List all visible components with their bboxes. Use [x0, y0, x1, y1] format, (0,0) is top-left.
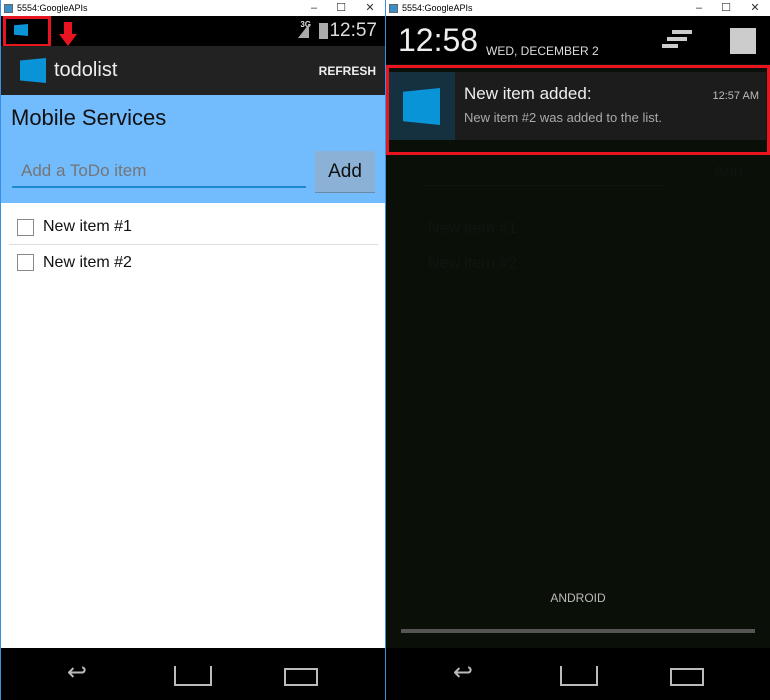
checkbox[interactable]	[17, 254, 34, 271]
emulator-window-left: 5554:GoogleAPIs – ☐ ✕ 3G 12:57 todolist …	[0, 0, 385, 700]
highlight-box	[3, 16, 51, 47]
quick-settings-icon[interactable]	[730, 28, 756, 54]
checkbox[interactable]	[17, 218, 34, 236]
back-icon[interactable]: ↩	[67, 658, 87, 687]
window-title-bar: 5554:GoogleAPIs – ☐ ✕	[386, 0, 770, 16]
background-item: New item #2	[428, 255, 517, 272]
shade-drag-handle[interactable]	[401, 629, 755, 633]
minimize-button[interactable]: –	[303, 0, 325, 16]
window-title-bar: 5554:GoogleAPIs – ☐ ✕	[1, 0, 385, 16]
item-label: New item #1	[43, 218, 132, 235]
window-title: 5554:GoogleAPIs	[402, 3, 473, 13]
close-button[interactable]: ✕	[359, 0, 381, 16]
home-icon[interactable]	[560, 666, 598, 686]
header-panel: Mobile Services Add	[1, 95, 385, 203]
close-button[interactable]: ✕	[744, 0, 766, 16]
signal-icon	[298, 24, 309, 38]
todo-input[interactable]	[12, 155, 306, 188]
list-item[interactable]: New item #1	[9, 210, 378, 245]
maximize-button[interactable]: ☐	[330, 0, 352, 16]
emulator-window-right: 5554:GoogleAPIs – ☐ ✕ Add New item #1 Ne…	[385, 0, 770, 700]
status-time: 12:57	[329, 20, 377, 41]
add-button[interactable]: Add	[315, 151, 375, 193]
back-icon[interactable]: ↩	[453, 658, 473, 687]
taskbar	[386, 690, 770, 700]
action-bar: todolist REFRESH	[1, 46, 385, 95]
app-icon	[4, 3, 13, 13]
maximize-button[interactable]: ☐	[715, 0, 737, 16]
arrow-down-head	[59, 34, 77, 46]
window-title: 5554:GoogleAPIs	[17, 3, 88, 13]
refresh-button[interactable]: REFRESH	[319, 64, 376, 78]
carrier-label: ANDROID	[550, 591, 606, 605]
item-label: New item #2	[43, 253, 132, 271]
clear-notifications-icon[interactable]	[662, 30, 692, 48]
shade-date: WED, DECEMBER 2	[486, 44, 599, 58]
shade-time: 12:58	[398, 22, 479, 58]
background-item: New item #1	[428, 220, 517, 237]
home-icon[interactable]	[174, 666, 212, 686]
app-logo	[20, 58, 46, 83]
shade-header: 12:58 WED, DECEMBER 2	[386, 16, 770, 64]
app-name: todolist	[54, 59, 118, 81]
highlight-box	[386, 65, 770, 155]
app-icon	[389, 3, 398, 13]
todo-list: New item #1 New item #2	[1, 203, 385, 648]
list-item[interactable]: New item #2	[9, 245, 378, 280]
arrow-down-icon	[64, 22, 72, 34]
background-add: Add	[714, 164, 743, 181]
recents-icon[interactable]	[670, 668, 704, 686]
minimize-button[interactable]: –	[688, 0, 710, 16]
page-title: Mobile Services	[11, 105, 167, 130]
taskbar	[1, 690, 385, 700]
battery-icon	[319, 23, 328, 39]
recents-icon[interactable]	[284, 668, 318, 686]
